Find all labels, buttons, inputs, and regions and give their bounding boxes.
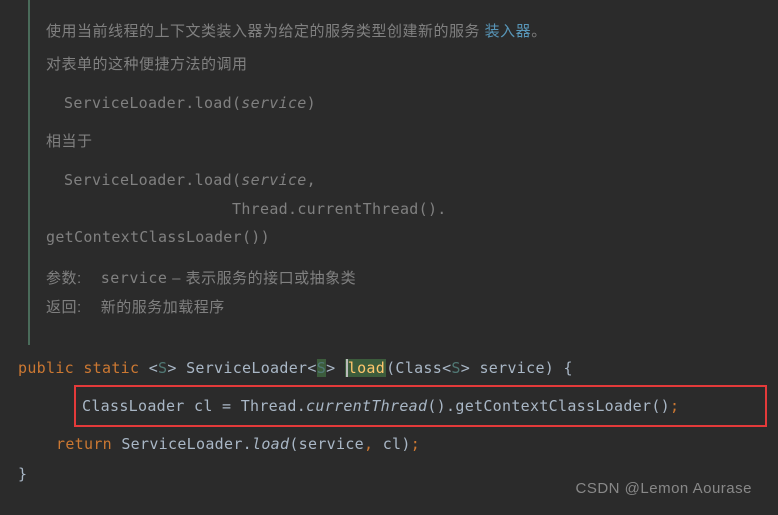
- arg: cl: [383, 435, 402, 453]
- source-code-block[interactable]: public static <S> ServiceLoader<S> load(…: [0, 345, 778, 489]
- doc-link-loader[interactable]: 装入器: [485, 23, 532, 40]
- doc-returns-label: 返回:: [46, 299, 82, 316]
- method-call-italic: load: [252, 435, 289, 453]
- angle-open: <: [307, 359, 316, 377]
- keyword-public: public: [18, 359, 74, 377]
- code-line-signature: public static <S> ServiceLoader<S> load(…: [18, 353, 778, 383]
- generic-type-highlighted: S: [317, 359, 326, 377]
- semicolon: ;: [411, 435, 420, 453]
- text-cursor: [346, 359, 348, 377]
- doc-text: 使用当前线程的上下文类装入器为给定的服务类型创建新的服务: [46, 23, 485, 40]
- class-ref: Thread: [241, 397, 297, 415]
- watermark-text: CSDN @Lemon Aourase: [576, 480, 752, 497]
- angle-close: >: [461, 359, 470, 377]
- code-param-italic: service: [241, 94, 306, 112]
- semicolon: ;: [670, 397, 679, 415]
- code-line: getContextClassLoader()): [46, 223, 764, 252]
- return-type: ServiceLoader: [186, 359, 307, 377]
- doc-returns-desc: 新的服务加载程序: [101, 299, 225, 316]
- code-text: ,: [307, 171, 316, 189]
- code-text: ): [307, 94, 316, 112]
- parens: (): [427, 397, 446, 415]
- doc-description-line2: 对表单的这种便捷方法的调用: [46, 51, 764, 80]
- equals: =: [222, 397, 231, 415]
- param-name: service: [479, 359, 544, 377]
- method-call: getContextClassLoader: [455, 397, 651, 415]
- var-type: ClassLoader: [82, 397, 185, 415]
- param-type: Class: [395, 359, 442, 377]
- method-call-italic: currentThread: [306, 397, 427, 415]
- javadoc-block: 使用当前线程的上下文类装入器为给定的服务类型创建新的服务 装入器。 对表单的这种…: [28, 0, 778, 345]
- code-line: Thread.currentThread().: [64, 195, 764, 224]
- doc-code-example-2: ServiceLoader.load(service, Thread.curre…: [46, 166, 764, 252]
- class-ref: ServiceLoader: [121, 435, 242, 453]
- doc-param-name: service: [101, 269, 168, 287]
- angle-open: <: [149, 359, 158, 377]
- doc-description-line1: 使用当前线程的上下文类装入器为给定的服务类型创建新的服务 装入器。: [46, 18, 764, 47]
- angle-close: >: [326, 359, 335, 377]
- code-editor-view: 使用当前线程的上下文类装入器为给定的服务类型创建新的服务 装入器。 对表单的这种…: [0, 0, 778, 489]
- angle-close: >: [167, 359, 176, 377]
- doc-code-example-1: ServiceLoader.load(service): [46, 89, 764, 118]
- code-line: ServiceLoader.load(service,: [64, 166, 764, 195]
- paren-close: ): [545, 359, 554, 377]
- doc-text-period: 。: [531, 23, 547, 40]
- doc-description-line3: 相当于: [46, 128, 764, 157]
- code-text: ServiceLoader.load(: [64, 171, 241, 189]
- keyword-return: return: [56, 435, 112, 453]
- dot: .: [446, 397, 455, 415]
- doc-param-dash: –: [167, 270, 185, 287]
- doc-param-desc: 表示服务的接口或抽象类: [186, 270, 357, 287]
- doc-returns-section: 返回: 新的服务加载程序: [46, 293, 764, 323]
- keyword-static: static: [83, 359, 139, 377]
- code-param-italic: service: [241, 171, 306, 189]
- dot: .: [297, 397, 306, 415]
- doc-params-label: 参数:: [46, 270, 82, 287]
- parens: (): [651, 397, 670, 415]
- paren-open: (: [289, 435, 298, 453]
- code-line-return: return ServiceLoader.load(service, cl);: [18, 429, 778, 459]
- var-name: cl: [194, 397, 213, 415]
- paren-close: ): [401, 435, 410, 453]
- code-text: ServiceLoader.load(: [64, 94, 241, 112]
- doc-params-section: 参数: service – 表示服务的接口或抽象类: [46, 264, 764, 294]
- highlighted-code-box: ClassLoader cl = Thread.currentThread().…: [74, 385, 767, 427]
- arg: service: [299, 435, 364, 453]
- comma: ,: [364, 435, 373, 453]
- dot: .: [243, 435, 252, 453]
- generic-type: S: [451, 359, 460, 377]
- method-name: load: [348, 359, 385, 377]
- generic-type: S: [158, 359, 167, 377]
- brace-open: {: [563, 359, 572, 377]
- brace-close: }: [18, 465, 27, 483]
